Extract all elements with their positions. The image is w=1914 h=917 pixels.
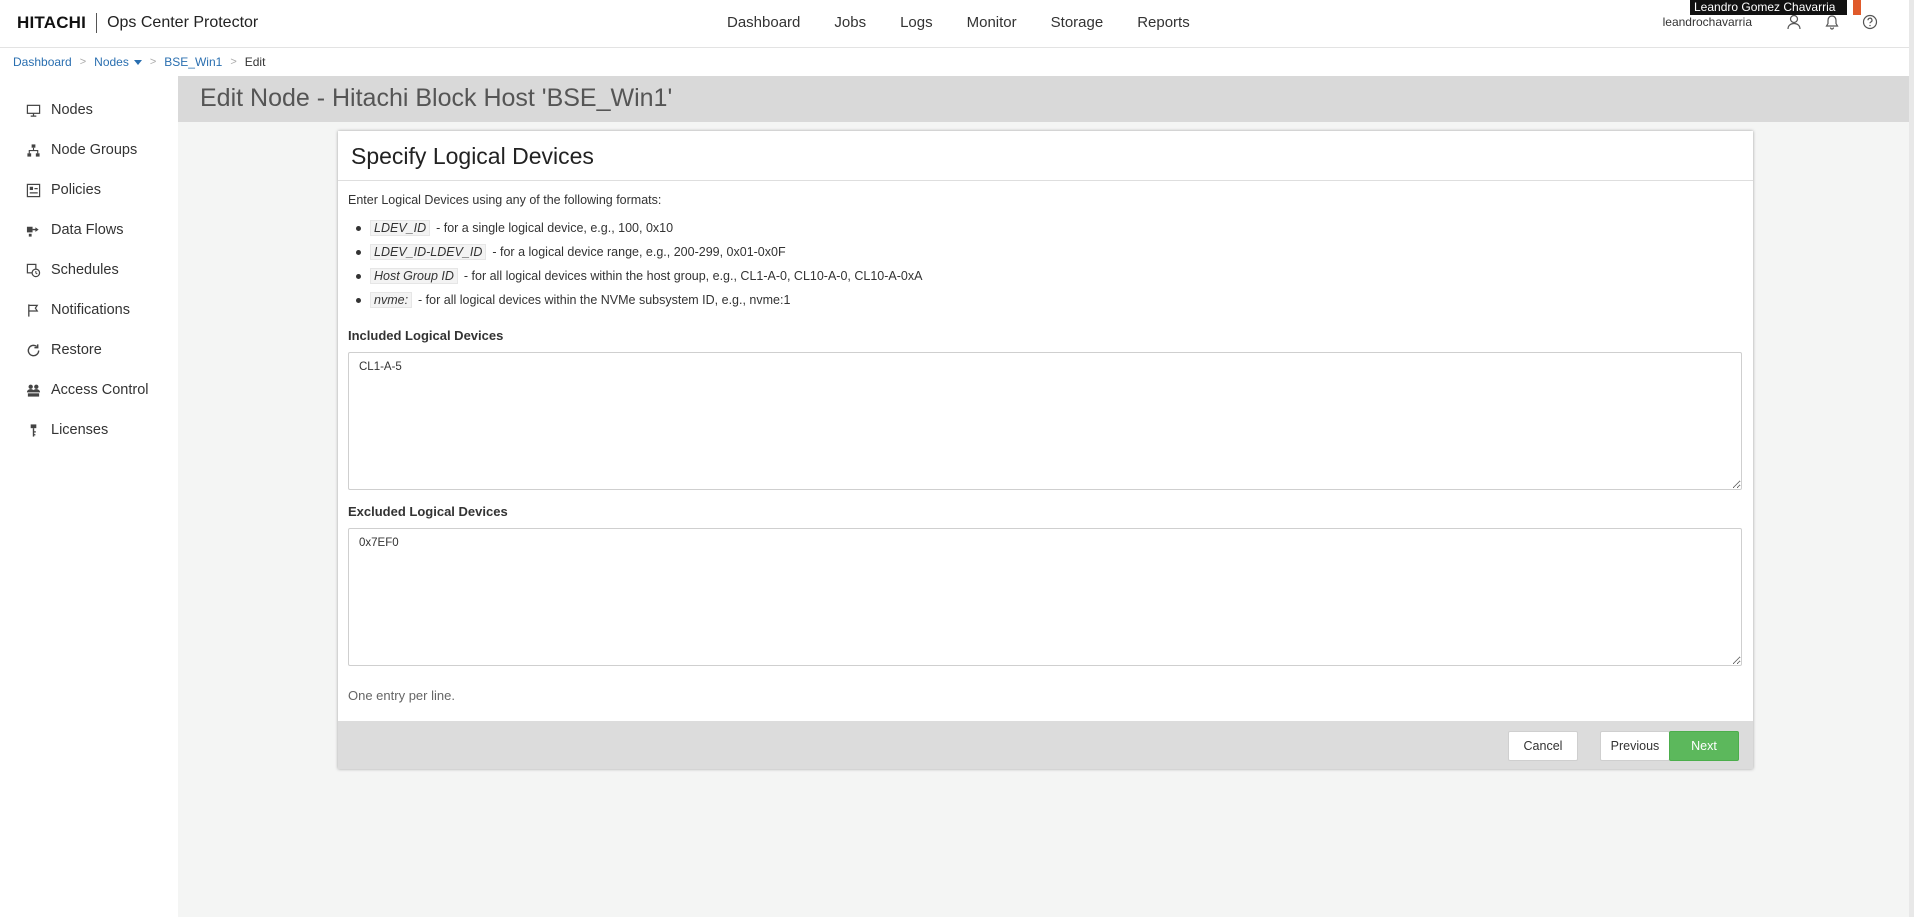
brand-divider: [96, 13, 98, 33]
breadcrumb-separator: >: [79, 56, 87, 68]
format-list: LDEV_ID - for a single logical device, e.…: [355, 216, 923, 312]
format-code: LDEV_ID-LDEV_ID: [370, 244, 487, 260]
sidebar-item-label: Notifications: [51, 302, 130, 318]
sidebar-item-label: Licenses: [51, 422, 109, 438]
sidebar-item-label: Nodes: [51, 102, 93, 118]
hierarchy-icon: [27, 143, 40, 157]
format-description: - for a logical device range, e.g., 200-…: [492, 245, 786, 259]
sidebar-item-policies[interactable]: Policies: [26, 178, 101, 202]
excluded-devices-label: Excluded Logical Devices: [348, 504, 508, 519]
monitor-icon: [26, 104, 41, 117]
main-content: Edit Node - Hitachi Block Host 'BSE_Win1…: [178, 76, 1909, 917]
flag-icon: [28, 303, 39, 317]
nav-reports[interactable]: Reports: [1137, 14, 1190, 31]
nav-storage[interactable]: Storage: [1051, 14, 1104, 31]
panel-title: Specify Logical Devices: [351, 143, 594, 169]
format-description: - for all logical devices within the NVM…: [418, 293, 791, 307]
sidebar-item-access-control[interactable]: Access Control: [26, 378, 149, 402]
panel-footer: Cancel Previous Next: [338, 721, 1753, 769]
dataflow-icon: [26, 226, 39, 237]
nav-logs[interactable]: Logs: [900, 14, 933, 31]
schedule-icon: [26, 263, 41, 277]
policy-icon: [26, 183, 41, 197]
sidebar: Nodes Node Groups Policies Data Flows Sc…: [0, 76, 178, 917]
format-code: Host Group ID: [370, 268, 458, 284]
brand[interactable]: HITACHI Ops Center Protector: [17, 13, 258, 33]
sidebar-item-label: Node Groups: [51, 142, 138, 158]
sidebar-item-label: Policies: [51, 182, 101, 198]
list-item: LDEV_ID - for a single logical device, e.…: [355, 216, 922, 240]
excluded-devices-input[interactable]: 0x7EF0: [348, 528, 1742, 666]
user-icon[interactable]: [1786, 14, 1802, 30]
top-bar: HITACHI Ops Center Protector Dashboard J…: [0, 0, 1914, 48]
panel-divider: [338, 180, 1753, 181]
sidebar-item-data-flows[interactable]: Data Flows: [26, 218, 124, 242]
user-tooltip: Leandro Gomez Chavarria: [1690, 0, 1848, 15]
included-devices-input[interactable]: CL1-A-5: [348, 352, 1742, 490]
product-name: Ops Center Protector: [107, 14, 259, 31]
user-name[interactable]: leandrochavarria: [1663, 15, 1752, 29]
format-code: LDEV_ID: [370, 220, 431, 236]
breadcrumb: Dashboard > Nodes > BSE_Win1 > Edit: [13, 55, 265, 69]
brand-logo: HITACHI: [17, 13, 87, 32]
window-scrollbar[interactable]: [1909, 0, 1914, 917]
hint-text: One entry per line.: [348, 688, 455, 703]
license-icon: [30, 423, 37, 437]
sidebar-item-notifications[interactable]: Notifications: [26, 298, 130, 322]
page-title: Edit Node - Hitachi Block Host 'BSE_Win1…: [200, 84, 673, 112]
tooltip-accent: [1853, 0, 1861, 15]
user-area: leandrochavarria: [1663, 14, 1878, 30]
sidebar-item-restore[interactable]: Restore: [26, 338, 102, 362]
nav-dashboard[interactable]: Dashboard: [727, 14, 800, 31]
breadcrumb-current: Edit: [244, 55, 266, 69]
list-item: nvme: - for all logical devices within th…: [355, 288, 922, 312]
cancel-button[interactable]: Cancel: [1508, 731, 1578, 761]
bell-icon[interactable]: [1824, 14, 1840, 30]
sidebar-item-schedules[interactable]: Schedules: [26, 258, 119, 282]
breadcrumb-nodes-label: Nodes: [94, 55, 129, 69]
list-item: Host Group ID - for all logical devices w…: [355, 264, 923, 288]
help-icon[interactable]: [1862, 14, 1878, 30]
breadcrumb-separator: >: [230, 56, 237, 68]
breadcrumb-dashboard[interactable]: Dashboard: [13, 55, 72, 69]
breadcrumb-separator: >: [149, 56, 157, 68]
sidebar-item-label: Restore: [51, 342, 102, 358]
previous-button[interactable]: Previous: [1600, 731, 1670, 761]
sidebar-item-label: Schedules: [51, 262, 119, 278]
format-description: - for a single logical device, e.g., 100…: [436, 221, 674, 235]
sidebar-item-nodes[interactable]: Nodes: [26, 98, 93, 122]
sidebar-item-label: Access Control: [51, 382, 149, 398]
format-description: - for all logical devices within the hos…: [463, 269, 923, 283]
format-code: nvme:: [370, 292, 413, 308]
instructions-text: Enter Logical Devices using any of the f…: [348, 193, 662, 207]
page-header: Edit Node - Hitachi Block Host 'BSE_Win1…: [178, 76, 1909, 122]
breadcrumb-node[interactable]: BSE_Win1: [164, 55, 222, 69]
nav-jobs[interactable]: Jobs: [834, 14, 866, 31]
next-button[interactable]: Next: [1669, 731, 1739, 761]
wizard-panel: Specify Logical Devices Enter Logical De…: [338, 131, 1753, 769]
included-devices-label: Included Logical Devices: [348, 328, 504, 343]
main-nav: Dashboard Jobs Logs Monitor Storage Repo…: [727, 14, 1224, 31]
nav-monitor[interactable]: Monitor: [967, 14, 1017, 31]
users-icon: [26, 384, 41, 397]
breadcrumb-nodes[interactable]: Nodes: [94, 55, 142, 69]
sidebar-item-licenses[interactable]: Licenses: [26, 418, 108, 442]
list-item: LDEV_ID-LDEV_ID - for a logical device ra…: [355, 240, 922, 264]
restore-icon: [27, 343, 40, 356]
chevron-down-icon: [133, 60, 142, 66]
sidebar-item-node-groups[interactable]: Node Groups: [26, 138, 137, 162]
sidebar-item-label: Data Flows: [51, 222, 124, 238]
